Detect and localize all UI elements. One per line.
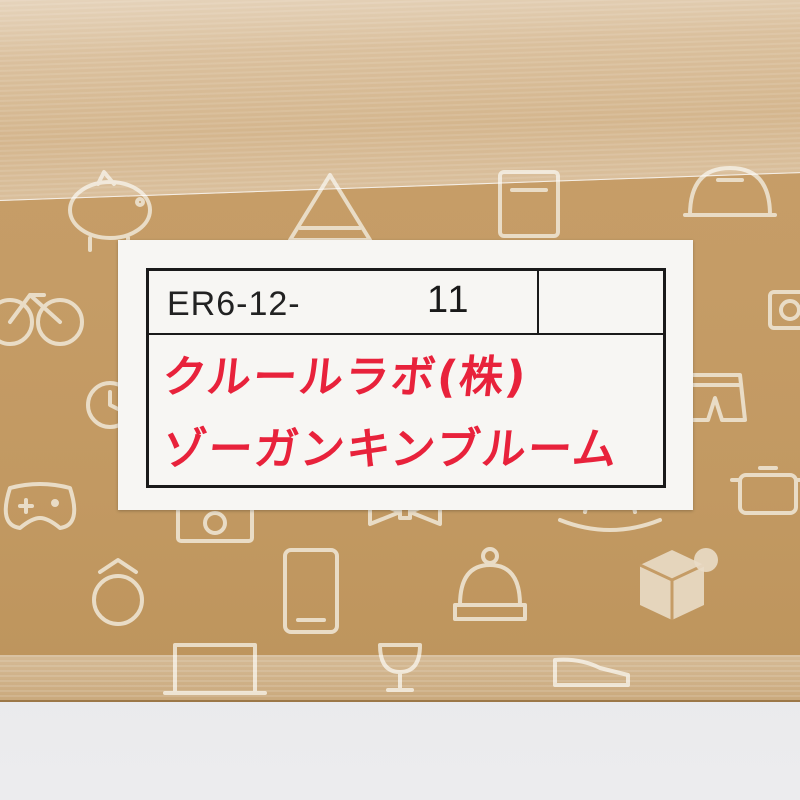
handwritten-recipient-name: ゾーガンキンブルーム [159, 424, 622, 475]
camera-icon [768, 290, 800, 330]
grid-row-divider [149, 333, 663, 335]
label-code-number: 11 [427, 279, 471, 321]
photo-scene: ER6-12- 11 クルールラボ(株) ゾーガンキンブルーム [0, 0, 800, 800]
cooking-pot-icon [730, 466, 800, 515]
shorts-icon [683, 373, 747, 422]
bicycle-icon [0, 293, 84, 346]
packing-tape-bottom [0, 655, 800, 700]
label-grid: ER6-12- 11 クルールラボ(株) ゾーガンキンブルーム [146, 268, 666, 488]
box-icon [639, 548, 718, 620]
camera-icon [176, 503, 254, 543]
knit-hat-icon [453, 547, 527, 621]
ring-icon [92, 558, 144, 626]
label-code-prefix: ER6-12- [167, 285, 301, 323]
grid-column-divider [537, 271, 539, 333]
packing-tape-top [0, 0, 800, 201]
shipping-label: ER6-12- 11 クルールラボ(株) ゾーガンキンブルーム [118, 240, 693, 510]
handwritten-company-name: クルールラボ(株) [159, 352, 531, 403]
smartphone-icon [283, 548, 339, 634]
gamepad-icon [3, 482, 77, 530]
cardboard-box: ER6-12- 11 クルールラボ(株) ゾーガンキンブルーム [0, 0, 800, 702]
